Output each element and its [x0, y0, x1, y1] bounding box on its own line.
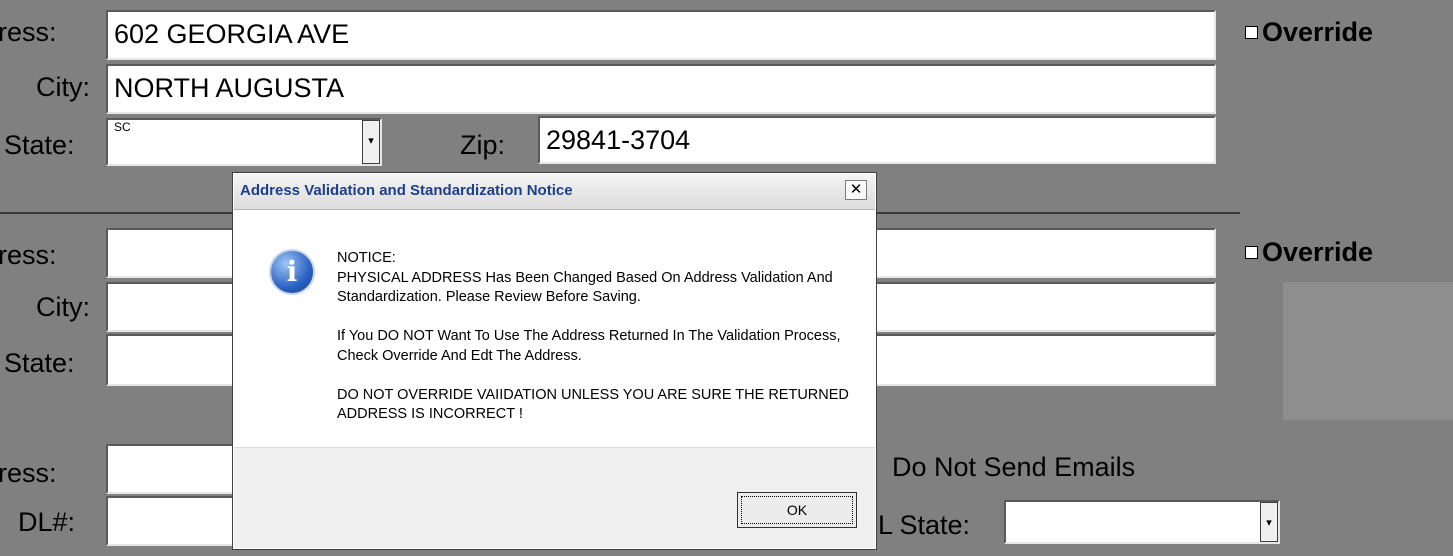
mailing-address-label: ress:: [0, 240, 57, 270]
physical-zip-label: Zip:: [460, 130, 506, 160]
physical-city-input[interactable]: NORTH AUGUSTA: [106, 64, 1216, 114]
dl-state-dropdown-arrow[interactable]: ▾: [1260, 502, 1278, 542]
close-icon[interactable]: ✕: [845, 180, 867, 200]
mailing-override-checkbox[interactable]: [1245, 246, 1258, 259]
mailing-city-label: City:: [36, 292, 90, 322]
notice-line-1: PHYSICAL ADDRESS Has Been Changed Based …: [337, 269, 833, 306]
ok-button[interactable]: OK: [737, 492, 857, 528]
notice-text: NOTICE: PHYSICAL ADDRESS Has Been Change…: [337, 249, 857, 308]
dialog-button-bar: OK: [234, 447, 875, 548]
physical-override-label: Override: [1262, 17, 1374, 47]
mailing-override-label: Override: [1262, 237, 1374, 267]
info-icon: i: [269, 249, 315, 295]
notice-line-3: DO NOT OVERRIDE VAIIDATION UNLESS YOU AR…: [337, 386, 849, 423]
dialog-message: NOTICE: PHYSICAL ADDRESS Has Been Change…: [337, 249, 857, 444]
mailing-side-panel: [1283, 282, 1453, 420]
notice-line-2: If You DO NOT Want To Use The Address Re…: [337, 328, 841, 364]
dialog-titlebar[interactable]: Address Validation and Standardization N…: [234, 174, 875, 210]
notice-heading: NOTICE:: [337, 250, 396, 266]
physical-state-value: SC: [114, 120, 131, 134]
address-validation-dialog: Address Validation and Standardization N…: [232, 172, 877, 550]
dl-state-select[interactable]: [1004, 500, 1280, 544]
physical-city-label: City:: [36, 72, 90, 102]
physical-state-label: State:: [4, 130, 75, 160]
dialog-title: Address Validation and Standardization N…: [240, 182, 573, 199]
physical-zip-input[interactable]: 29841-3704: [538, 116, 1216, 164]
do-not-send-emails-label: Do Not Send Emails: [892, 452, 1136, 482]
email-address-input[interactable]: [106, 444, 246, 494]
physical-address-input[interactable]: 602 GEORGIA AVE: [106, 10, 1216, 60]
dl-state-label: L State:: [878, 510, 971, 540]
physical-address-label: ress:: [0, 17, 57, 47]
physical-state-select[interactable]: SC: [106, 118, 382, 166]
email-address-label: ress:: [0, 458, 57, 488]
physical-override-checkbox[interactable]: [1245, 26, 1258, 39]
dl-number-label: DL#:: [18, 507, 76, 537]
dl-number-input[interactable]: [106, 496, 246, 546]
physical-state-dropdown-arrow[interactable]: ▾: [362, 120, 380, 164]
mailing-state-label: State:: [4, 348, 75, 378]
